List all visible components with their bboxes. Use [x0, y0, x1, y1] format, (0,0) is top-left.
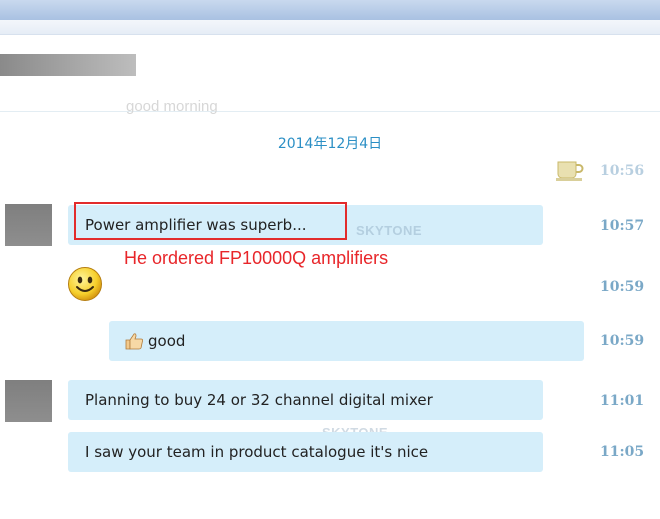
smiley-icon	[68, 267, 102, 301]
thumbs-up-icon	[125, 333, 143, 350]
contact-name-redacted	[0, 54, 136, 76]
avatar[interactable]	[5, 380, 52, 422]
avatar[interactable]	[5, 204, 52, 246]
coffee-cup-icon	[556, 161, 584, 181]
annotation-text: He ordered FP10000Q amplifiers	[124, 248, 389, 268]
toolbar-strip	[0, 20, 660, 35]
message-text: good	[148, 332, 186, 350]
message-time-partial: 10:56	[600, 163, 645, 179]
highlight-annotation-box	[74, 202, 347, 240]
message-time: 11:01	[600, 393, 645, 409]
message-bubble[interactable]: I saw your team in product catalogue it'…	[68, 432, 543, 472]
message-time: 10:57	[600, 218, 645, 234]
message-time: 10:59	[600, 333, 645, 349]
previous-message-faded: good morning	[126, 98, 218, 115]
message-bubble[interactable]: good	[109, 321, 584, 361]
message-text: Planning to buy 24 or 32 channel digital…	[85, 391, 433, 409]
message-time: 11:05	[600, 444, 645, 460]
message-time: 10:59	[600, 279, 645, 295]
window-title-bar	[0, 0, 660, 20]
message-bubble[interactable]: Planning to buy 24 or 32 channel digital…	[68, 380, 543, 420]
date-separator: 2014年12月4日	[277, 136, 383, 152]
watermark: SKYTONE	[356, 223, 423, 238]
message-text: I saw your team in product catalogue it'…	[85, 443, 429, 461]
